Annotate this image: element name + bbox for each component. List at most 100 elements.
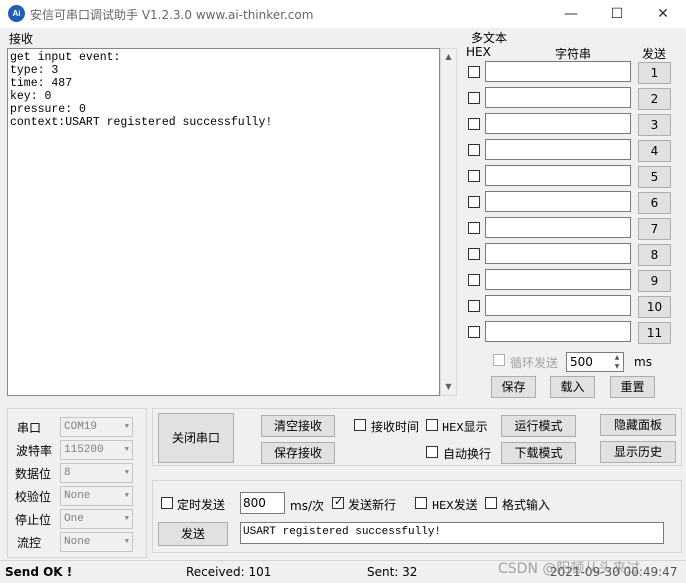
flow-select[interactable]: None ▼: [60, 532, 133, 552]
loop-unit-label: ms: [634, 355, 652, 369]
sent-count: Sent: 32: [367, 565, 418, 579]
save-receive-button[interactable]: 保存接收: [261, 442, 335, 464]
close-port-button[interactable]: 关闭串口: [158, 413, 234, 463]
multitext-string-input[interactable]: [485, 87, 631, 108]
multitext-hex-checkbox[interactable]: [468, 248, 480, 260]
multitext-send-button[interactable]: 8: [638, 244, 671, 266]
hex-column-header: HEX: [466, 45, 491, 59]
databits-select[interactable]: 8 ▼: [60, 463, 133, 483]
title-bar: Ai 安信可串口调试助手 V1.2.3.0 www.ai-thinker.com…: [0, 0, 686, 28]
hex-send-checkbox[interactable]: [415, 497, 427, 509]
multitext-hex-checkbox[interactable]: [468, 144, 480, 156]
received-count: Received: 101: [186, 565, 272, 579]
multitext-string-input[interactable]: [485, 61, 631, 82]
parity-select[interactable]: None ▼: [60, 486, 133, 506]
string-column-header: 字符串: [555, 47, 592, 61]
multitext-string-input[interactable]: [485, 113, 631, 134]
multitext-send-button[interactable]: 2: [638, 88, 671, 110]
multitext-hex-checkbox[interactable]: [468, 196, 480, 208]
watermark: CSDN @阳顿从头来过: [498, 561, 641, 577]
timed-send-checkbox[interactable]: [161, 497, 173, 509]
hex-display-checkbox[interactable]: [426, 419, 438, 431]
send-newline-label: 发送新行: [348, 498, 397, 512]
multitext-send-button[interactable]: 5: [638, 166, 671, 188]
databits-value: 8: [64, 467, 71, 479]
auto-wrap-checkbox[interactable]: [426, 446, 438, 458]
send-interval-value: 800: [243, 496, 266, 510]
multitext-string-input[interactable]: [485, 269, 631, 290]
multitext-hex-checkbox[interactable]: [468, 222, 480, 234]
receive-textarea[interactable]: get input event: type: 3 time: 487 key: …: [7, 48, 440, 396]
multitext-string-input[interactable]: [485, 191, 631, 212]
hide-panel-button[interactable]: 隐藏面板: [600, 414, 676, 436]
multitext-send-button[interactable]: 3: [638, 114, 671, 136]
multitext-send-button[interactable]: 9: [638, 270, 671, 292]
multitext-hex-checkbox[interactable]: [468, 300, 480, 312]
send-button[interactable]: 发送: [158, 522, 228, 546]
hex-display-label: HEX显示: [442, 421, 488, 435]
scroll-down-icon[interactable]: ▼: [441, 379, 456, 395]
multitext-string-input[interactable]: [485, 217, 631, 238]
receive-scrollbar[interactable]: ▲ ▼: [440, 48, 457, 396]
multitext-hex-checkbox[interactable]: [468, 326, 480, 338]
port-value: COM19: [64, 421, 98, 433]
multitext-string-input[interactable]: [485, 321, 631, 342]
scroll-up-icon[interactable]: ▲: [441, 49, 456, 65]
multitext-send-button[interactable]: 4: [638, 140, 671, 162]
parity-label: 校验位: [15, 490, 52, 504]
baud-label: 波特率: [16, 444, 53, 458]
stopbits-select[interactable]: One ▼: [60, 509, 133, 529]
databits-label: 数据位: [15, 467, 52, 481]
loop-interval-value: 500: [570, 355, 593, 369]
multitext-hex-checkbox[interactable]: [468, 92, 480, 104]
loop-interval-input[interactable]: 500 ▲ ▼: [566, 352, 624, 372]
multitext-string-input[interactable]: [485, 295, 631, 316]
close-icon[interactable]: ✕: [640, 0, 686, 28]
save-multitext-button[interactable]: 保存: [491, 376, 536, 398]
multitext-hex-checkbox[interactable]: [468, 66, 480, 78]
reset-multitext-button[interactable]: 重置: [610, 376, 655, 398]
load-multitext-button[interactable]: 载入: [550, 376, 595, 398]
app-logo-icon: Ai: [8, 5, 25, 22]
multitext-send-button[interactable]: 1: [638, 62, 671, 84]
chevron-down-icon: ▼: [124, 492, 129, 500]
send-newline-checkbox[interactable]: [332, 495, 344, 509]
status-bar: Send OK ! Received: 101 Sent: 32 2021-09…: [0, 560, 686, 583]
receive-text: get input event: type: 3 time: 487 key: …: [10, 51, 273, 129]
multitext-title: 多文本: [471, 31, 508, 45]
receive-label: 接收: [9, 32, 34, 46]
chevron-down-icon: ▼: [124, 469, 129, 477]
port-select[interactable]: COM19 ▼: [60, 417, 133, 437]
loop-send-label: 循环发送: [510, 356, 559, 370]
baud-select[interactable]: 115200 ▼: [60, 440, 133, 460]
format-input-checkbox[interactable]: [485, 497, 497, 509]
multitext-string-input[interactable]: [485, 243, 631, 264]
clear-receive-button[interactable]: 清空接收: [261, 415, 335, 437]
timed-send-label: 定时发送: [177, 498, 226, 512]
multitext-hex-checkbox[interactable]: [468, 274, 480, 286]
multitext-string-input[interactable]: [485, 139, 631, 160]
send-ok-status: Send OK !: [5, 565, 73, 579]
minimize-icon[interactable]: —: [548, 0, 594, 28]
multitext-send-button[interactable]: 7: [638, 218, 671, 240]
multitext-send-button[interactable]: 6: [638, 192, 671, 214]
download-mode-button[interactable]: 下载模式: [501, 442, 576, 464]
multitext-send-button[interactable]: 10: [638, 296, 671, 318]
send-text-input[interactable]: USART registered successfully!: [240, 522, 664, 544]
spin-down-icon[interactable]: ▼: [611, 362, 623, 371]
show-history-button[interactable]: 显示历史: [600, 441, 676, 463]
maximize-icon[interactable]: ☐: [594, 0, 640, 28]
stopbits-label: 停止位: [15, 513, 52, 527]
loop-send-checkbox[interactable]: [493, 354, 505, 366]
multitext-string-input[interactable]: [485, 165, 631, 186]
multitext-hex-checkbox[interactable]: [468, 170, 480, 182]
multitext-hex-checkbox[interactable]: [468, 118, 480, 130]
run-mode-button[interactable]: 运行模式: [501, 415, 576, 437]
spin-up-icon[interactable]: ▲: [611, 353, 623, 362]
port-label: 串口: [17, 421, 42, 435]
stopbits-value: One: [64, 513, 84, 525]
send-interval-input[interactable]: 800: [240, 492, 285, 514]
multitext-send-button[interactable]: 11: [638, 322, 671, 344]
receive-time-checkbox[interactable]: [354, 419, 366, 431]
window-title: 安信可串口调试助手 V1.2.3.0 www.ai-thinker.com: [30, 8, 314, 22]
